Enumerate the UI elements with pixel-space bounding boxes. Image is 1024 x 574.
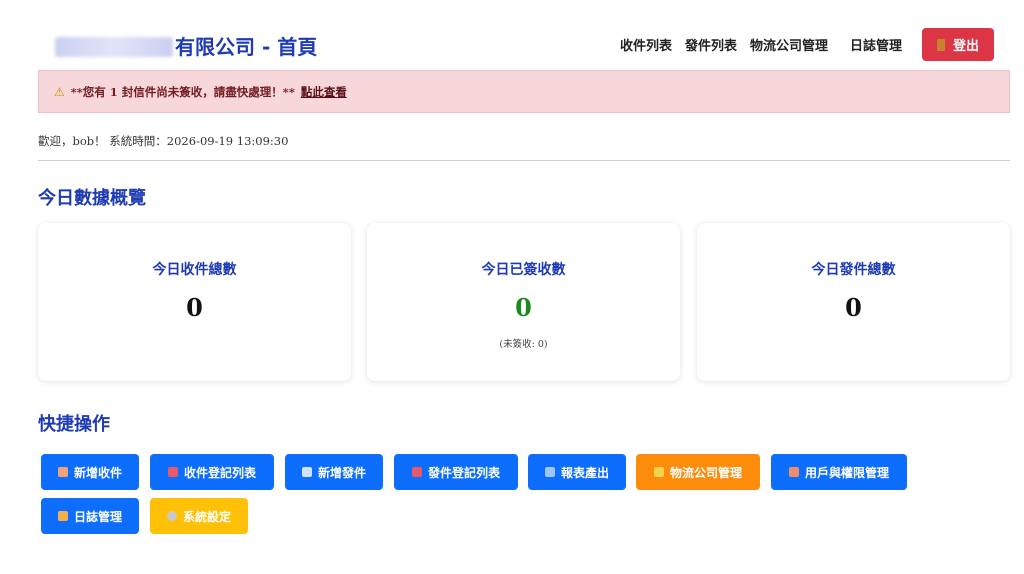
top-nav: 收件列表 發件列表 物流公司管理 日誌管理 登出: [607, 28, 994, 61]
button-label: 報表產出: [560, 465, 609, 480]
envelope-icon: [301, 467, 312, 477]
page-title: 有限公司 - 首頁: [55, 31, 317, 60]
welcome-text: 歡迎，bob！ 系統時間：2026-09-19 13:09:30: [38, 134, 289, 148]
divider: [38, 160, 1010, 161]
logistics-management-button[interactable]: 物流公司管理: [636, 454, 760, 490]
door-icon: [936, 38, 945, 51]
button-label: 系統設定: [182, 509, 231, 524]
button-label: 物流公司管理: [669, 465, 742, 480]
blurred-company-name: [55, 37, 173, 57]
report-button[interactable]: 報表產出: [528, 454, 626, 490]
button-label: 發件登記列表: [427, 465, 500, 480]
chart-icon: [544, 467, 555, 477]
stat-value: 0: [186, 293, 203, 322]
stat-label: 今日已簽收數: [481, 262, 566, 278]
document-add-icon: [57, 467, 68, 477]
user-permission-button[interactable]: 用戶與權限管理: [771, 454, 907, 490]
stat-card-sent: 今日發件總數 0: [697, 223, 1010, 381]
overview-title: 今日數據概覽: [38, 188, 146, 209]
add-inbox-button[interactable]: 新增收件: [41, 454, 139, 490]
nav-inbox-list[interactable]: 收件列表: [620, 35, 672, 54]
stat-card-received: 今日收件總數 0: [38, 223, 351, 381]
nav-outbox-list[interactable]: 發件列表: [685, 35, 737, 54]
outbox-icon: [411, 467, 422, 477]
stat-label: 今日發件總數: [811, 262, 896, 278]
nav-log-management[interactable]: 日誌管理: [850, 35, 902, 54]
stat-value: 0: [515, 293, 532, 322]
alert-view-link[interactable]: 點此查看: [301, 84, 347, 100]
top-bar: 有限公司 - 首頁 收件列表 發件列表 物流公司管理 日誌管理 登出: [0, 0, 1024, 66]
stat-subtext: (未簽收: 0): [499, 339, 548, 350]
pending-alert: ⚠ **您有 1 封信件尚未簽收，請盡快處理！** 點此查看: [38, 70, 1010, 113]
gear-icon: [166, 511, 177, 521]
button-label: 用戶與權限管理: [804, 465, 889, 480]
inbox-icon: [167, 467, 178, 477]
page-title-text: 有限公司 - 首頁: [175, 35, 318, 59]
button-label: 新增發件: [317, 465, 366, 480]
logout-button[interactable]: 登出: [922, 28, 994, 61]
system-settings-button[interactable]: 系統設定: [150, 498, 248, 534]
logout-label: 登出: [952, 39, 979, 54]
button-label: 收件登記列表: [183, 465, 256, 480]
log-management-button[interactable]: 日誌管理: [41, 498, 139, 534]
inbox-list-button[interactable]: 收件登記列表: [150, 454, 274, 490]
truck-icon: [653, 467, 664, 477]
outbox-list-button[interactable]: 發件登記列表: [394, 454, 518, 490]
button-label: 新增收件: [73, 465, 122, 480]
nav-logistics-management[interactable]: 物流公司管理: [750, 35, 828, 54]
quick-actions-title: 快捷操作: [38, 414, 110, 435]
add-outbox-button[interactable]: 新增發件: [285, 454, 383, 490]
warning-icon: ⚠: [54, 84, 65, 99]
button-label: 日誌管理: [73, 509, 122, 524]
notebook-icon: [57, 511, 68, 521]
users-icon: [788, 467, 799, 477]
alert-message: **您有 1 封信件尚未簽收，請盡快處理！**: [70, 84, 295, 99]
stat-value: 0: [845, 293, 862, 322]
stat-card-signed: 今日已簽收數 0 (未簽收: 0): [367, 223, 680, 381]
stat-label: 今日收件總數: [152, 262, 237, 278]
